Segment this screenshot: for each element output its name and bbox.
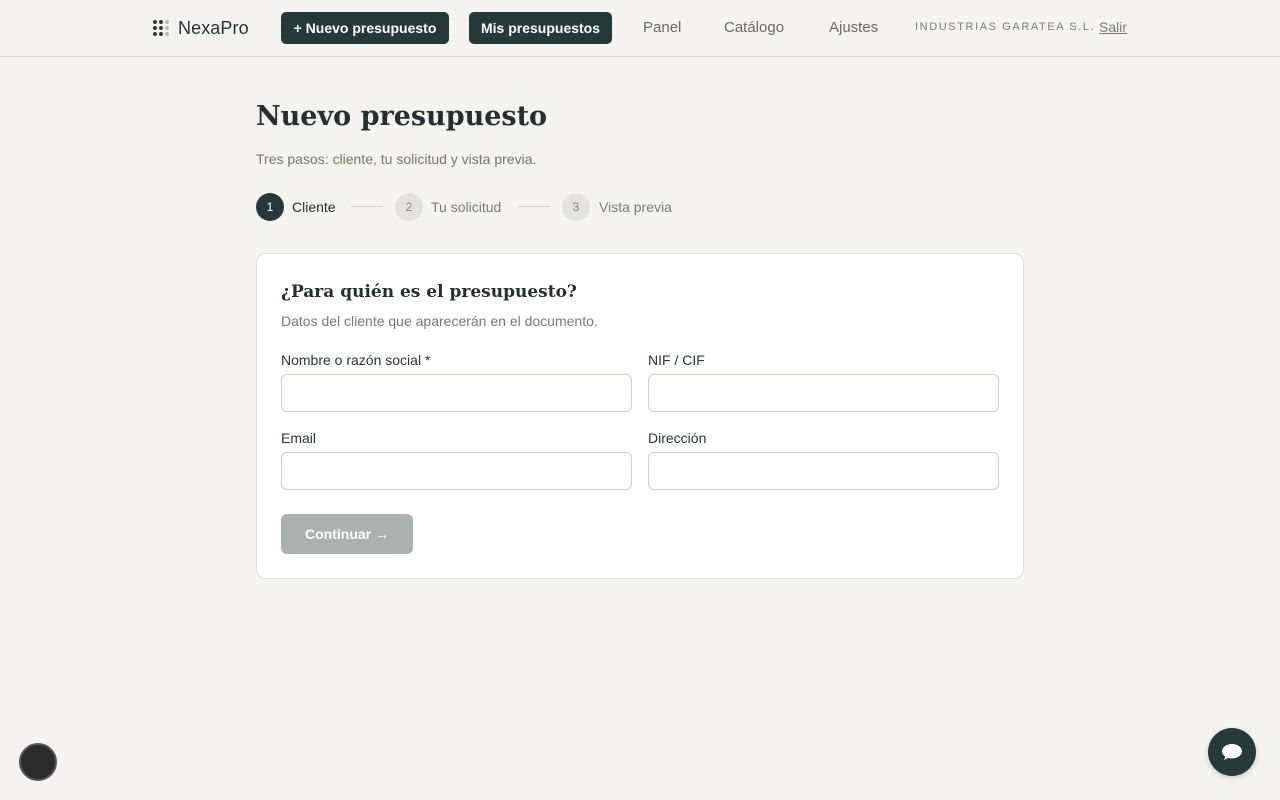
- grid-dots-icon: [153, 20, 169, 36]
- brand-name: NexaPro: [178, 17, 249, 38]
- step-3-number: 3: [562, 193, 590, 221]
- chat-bubble-icon: [1222, 744, 1242, 760]
- company-name: INDUSTRIAS GARATEA S.L.: [915, 21, 1096, 33]
- page-title: Nuevo presupuesto: [256, 101, 548, 132]
- brand-logo[interactable]: NexaPro: [153, 18, 249, 38]
- page-subtitle: Tres pasos: cliente, tu solicitud y vist…: [256, 151, 537, 167]
- new-quote-button[interactable]: + Nuevo presupuesto: [281, 12, 449, 44]
- name-field-label: Nombre o razón social *: [281, 352, 431, 368]
- step-1-number: 1: [256, 193, 284, 221]
- email-field[interactable]: [281, 452, 632, 490]
- nif-field[interactable]: [648, 374, 999, 412]
- step-1-label: Cliente: [292, 199, 336, 215]
- address-field-label: Dirección: [648, 430, 707, 446]
- client-form-card: ¿Para quién es el presupuesto? Datos del…: [256, 253, 1024, 579]
- my-quotes-button[interactable]: Mis presupuestos: [469, 12, 612, 44]
- nav-link-catalog[interactable]: Catálogo: [724, 19, 784, 36]
- step-2-label: Tu solicitud: [431, 199, 502, 215]
- step-2-number: 2: [395, 193, 423, 221]
- top-navbar: NexaPro + Nuevo presupuesto Mis presupue…: [0, 0, 1280, 57]
- chat-widget-button[interactable]: [1208, 728, 1256, 776]
- step-connector: [351, 206, 383, 207]
- address-field[interactable]: [648, 452, 999, 490]
- avatar[interactable]: [19, 743, 57, 781]
- form-subtitle: Datos del cliente que aparecerán en el d…: [281, 313, 598, 329]
- name-field[interactable]: [281, 374, 632, 412]
- continue-button[interactable]: Continuar →: [281, 514, 413, 554]
- nif-field-label: NIF / CIF: [648, 352, 705, 368]
- logout-link[interactable]: Salir: [1099, 19, 1127, 35]
- step-3-label: Vista previa: [599, 199, 672, 215]
- step-connector: [518, 206, 550, 207]
- nav-link-settings[interactable]: Ajustes: [829, 19, 878, 36]
- email-field-label: Email: [281, 430, 317, 446]
- form-title: ¿Para quién es el presupuesto?: [281, 282, 577, 302]
- nav-link-panel[interactable]: Panel: [643, 19, 681, 36]
